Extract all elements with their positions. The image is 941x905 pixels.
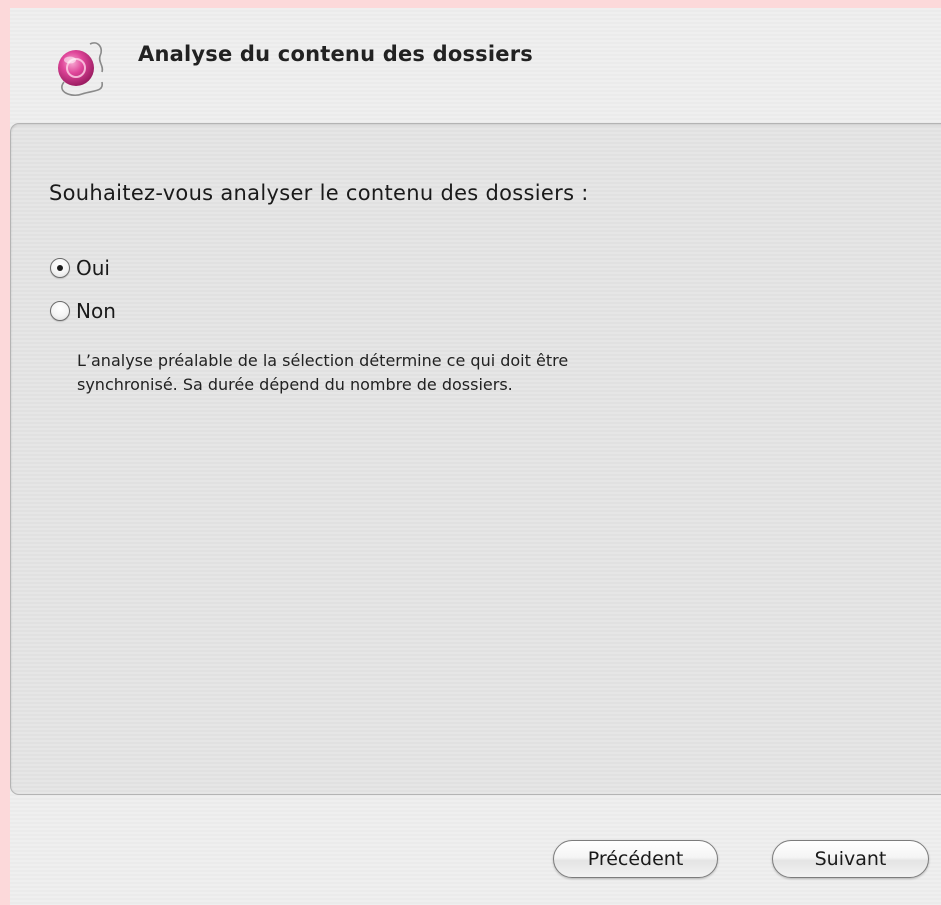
description-line-1: L’analyse préalable de la sélection déte…: [77, 351, 569, 370]
page-title: Analyse du contenu des dossiers: [138, 42, 533, 66]
previous-button[interactable]: Précédent: [553, 840, 718, 878]
radio-label-oui[interactable]: Oui: [76, 256, 110, 280]
radio-label-non[interactable]: Non: [76, 299, 116, 323]
content-panel: Souhaitez-vous analyser le contenu des d…: [10, 123, 941, 795]
question-label: Souhaitez-vous analyser le contenu des d…: [49, 181, 589, 205]
assistant-header: Analyse du contenu des dossiers: [10, 8, 941, 120]
radio-option-non[interactable]: Non: [50, 299, 116, 323]
radio-button-oui[interactable]: [50, 258, 70, 278]
radio-button-non[interactable]: [50, 301, 70, 321]
sync-assistant-icon: [58, 42, 104, 97]
description-line-2: synchronisé. Sa durée dépend du nombre d…: [77, 375, 513, 394]
description-text: L’analyse préalable de la sélection déte…: [77, 349, 837, 397]
radio-option-oui[interactable]: Oui: [50, 256, 110, 280]
assistant-window: Analyse du contenu des dossiers Souhaite…: [10, 8, 941, 905]
next-button[interactable]: Suivant: [772, 840, 929, 878]
